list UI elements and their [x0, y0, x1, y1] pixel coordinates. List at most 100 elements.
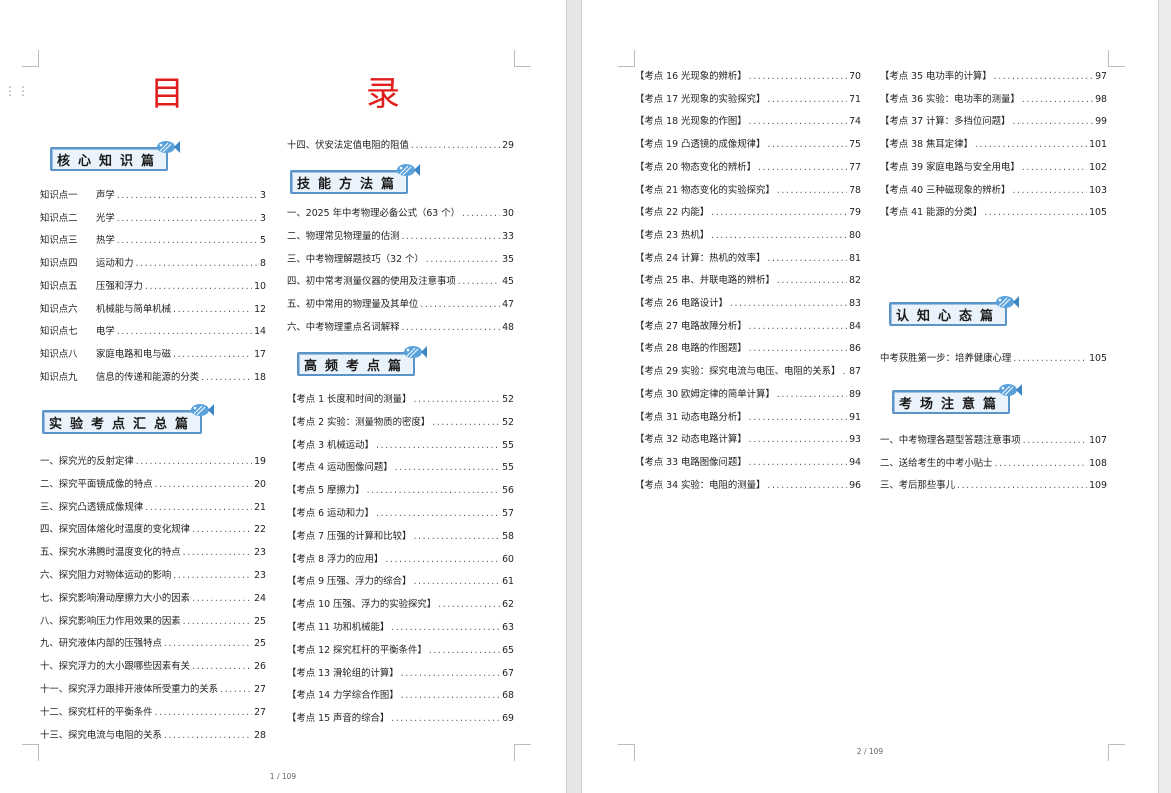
toc-leader-dots [183, 616, 252, 628]
toc-entry-text: 机械能与简单机械 [96, 303, 172, 315]
toc-entry[interactable]: 【考点 40 三种磁现象的辨析】 103 [880, 185, 1107, 197]
toc-entry[interactable]: 【考点 21 物态变化的实验探究】 78 [635, 185, 861, 197]
toc-entry[interactable]: 中考获胜第一步：培养健康心理 105 [880, 353, 1107, 365]
toc-page-number: 8 [260, 258, 266, 270]
toc-entry[interactable]: 【考点 35 电功率的计算】 97 [880, 71, 1107, 83]
toc-page-number: 27 [254, 706, 266, 718]
toc-entry[interactable]: 知识点四 运动和力 8 [40, 258, 266, 270]
toc-entry[interactable]: 【考点 13 滑轮组的计算】 67 [287, 668, 514, 680]
toc-entry[interactable]: 知识点九 信息的传递和能源的分类 18 [40, 372, 266, 384]
toc-entry[interactable]: 【考点 7 压强的计算和比较】 58 [287, 531, 514, 543]
toc-entry[interactable]: 一、2025 年中考物理必备公式（63 个） 30 [287, 208, 514, 220]
toc-entry[interactable]: 【考点 24 计算：热机的效率】 81 [635, 253, 861, 265]
toc-leader-dots [777, 275, 847, 287]
toc-entry[interactable]: 【考点 23 热机】 80 [635, 230, 861, 242]
toc-leader-dots [376, 440, 500, 452]
toc-entry[interactable]: 三、考后那些事儿 109 [880, 480, 1107, 492]
toc-entry[interactable]: 【考点 14 力学综合作图】 68 [287, 690, 514, 702]
toc-entry[interactable]: 【考点 41 能源的分类】 105 [880, 207, 1107, 219]
section-skills-label: 技能方法篇 [297, 176, 403, 192]
toc-entry[interactable]: 【考点 11 功和机械能】 63 [287, 622, 514, 634]
toc-entry[interactable]: 十、探究浮力的大小跟哪些因素有关 26 [40, 661, 266, 673]
toc-entry[interactable]: 四、初中常考测量仪器的使用及注意事项 45 [287, 276, 514, 288]
toc-entry[interactable]: 【考点 10 压强、浮力的实验探究】 62 [287, 599, 514, 611]
toc-entry[interactable]: 【考点 3 机械运动】 55 [287, 440, 514, 452]
toc-entry[interactable]: 三、中考物理解题技巧（32 个） 35 [287, 254, 514, 266]
toc-entry[interactable]: 【考点 18 光现象的作图】 74 [635, 116, 861, 128]
toc-entry[interactable]: 【考点 22 内能】 79 [635, 207, 861, 219]
toc-page-number: 99 [1095, 116, 1107, 128]
toc-leader-dots [192, 593, 252, 605]
toc-leader-dots [183, 547, 252, 559]
toc-entry[interactable]: 【考点 16 光现象的辨析】 70 [635, 71, 861, 83]
toc-entry[interactable]: 【考点 25 串、并联电路的辨析】 82 [635, 275, 861, 287]
toc-entry[interactable]: 【考点 4 运动图像问题】 55 [287, 462, 514, 474]
toc-entry[interactable]: 【考点 36 实验：电功率的测量】 98 [880, 94, 1107, 106]
toc-entry[interactable]: 【考点 32 动态电路计算】 93 [635, 434, 861, 446]
toc-entry-title: 【考点 36 实验：电功率的测量】 [880, 93, 1020, 105]
toc-entry[interactable]: 【考点 38 焦耳定律】 101 [880, 139, 1107, 151]
toc-entry[interactable]: 【考点 27 电路故障分析】 84 [635, 321, 861, 333]
toc-entry[interactable]: 【考点 20 物态变化的辨析】 77 [635, 162, 861, 174]
toc-entry[interactable]: 十一、探究浮力跟排开液体所受重力的关系 27 [40, 684, 266, 696]
margin-mark-top-left [22, 50, 39, 67]
toc-page-number: 29 [502, 140, 514, 151]
toc-entry[interactable]: 【考点 31 动态电路分析】 91 [635, 412, 861, 424]
toc-entry[interactable]: 【考点 8 浮力的应用】 60 [287, 554, 514, 566]
toc-entry[interactable]: 知识点一 声学 3 [40, 190, 266, 202]
toc-entry-title: 知识点六 机械能与简单机械 [40, 304, 171, 316]
toc-entry[interactable]: 十三、探究电流与电阻的关系 28 [40, 730, 266, 742]
toc-entry[interactable]: 七、探究影响滑动摩擦力大小的因素 24 [40, 593, 266, 605]
toc-entry[interactable]: 【考点 19 凸透镜的成像规律】 75 [635, 139, 861, 151]
toc-entry[interactable]: 【考点 33 电路图像问题】 94 [635, 457, 861, 469]
toc-page-number: 45 [502, 276, 514, 288]
toc-entry-title: 四、探究固体熔化时温度的变化规律 [40, 524, 191, 536]
toc-entry-title: 【考点 35 电功率的计算】 [880, 71, 992, 82]
toc-entry[interactable]: 【考点 29 实验：探究电流与电压、电阻的关系】 87 [635, 366, 861, 378]
toc-entry[interactable]: 【考点 6 运动和力】 57 [287, 508, 514, 520]
toc-entry-title: 【考点 37 计算：多挡位问题】 [880, 116, 1011, 128]
toc-entry[interactable]: 五、探究水沸腾时温度变化的特点 23 [40, 547, 266, 559]
toc-entry[interactable]: 一、探究光的反射定律 19 [40, 456, 266, 468]
toc-entry[interactable]: 六、探究阻力对物体运动的影响 23 [40, 570, 266, 582]
toc-entry-title: 【考点 14 力学综合作图】 [287, 690, 399, 702]
scrollbar-track[interactable] [1158, 0, 1171, 793]
toc-entry[interactable]: 【考点 26 电路设计】 83 [635, 298, 861, 310]
toc-entry[interactable]: 二、探究平面镜成像的特点 20 [40, 479, 266, 491]
toc-entry[interactable]: 五、初中常用的物理量及其单位 47 [287, 299, 514, 311]
toc-entry[interactable]: 知识点七 电学 14 [40, 326, 266, 338]
toc-entry[interactable]: 四、探究固体熔化时温度的变化规律 22 [40, 524, 266, 536]
toc-entry[interactable]: 十二、探究杠杆的平衡条件 27 [40, 707, 266, 719]
toc-entry-title: 【考点 12 探究杠杆的平衡条件】 [287, 644, 427, 656]
toc-entry[interactable]: 知识点六 机械能与简单机械 12 [40, 304, 266, 316]
toc-entry[interactable]: 【考点 30 欧姆定律的简单计算】 89 [635, 389, 861, 401]
toc-entry[interactable]: 【考点 17 光现象的实验探究】 71 [635, 94, 861, 106]
toc-entry[interactable]: 九、研究液体内部的压强特点 25 [40, 638, 266, 650]
toc-entry[interactable]: 知识点三 热学 5 [40, 235, 266, 247]
toc-entry[interactable]: 十四、伏安法定值电阻的阻值 29 [287, 140, 514, 152]
toc-entry[interactable]: 【考点 39 家庭电路与安全用电】 102 [880, 162, 1107, 174]
toc-entry-title: 一、中考物理各题型答题注意事项 [880, 435, 1021, 446]
toc-entry-title: 五、初中常用的物理量及其单位 [287, 299, 419, 311]
toc-entry-number: 知识点七 [40, 326, 78, 338]
toc-entry[interactable]: 二、送给考生的中考小贴士 108 [880, 458, 1107, 470]
toc-entry[interactable]: 【考点 1 长度和时间的测量】 52 [287, 394, 514, 406]
toc-entry[interactable]: 【考点 5 摩擦力】 56 [287, 485, 514, 497]
toc-entry[interactable]: 【考点 37 计算：多挡位问题】 99 [880, 116, 1107, 128]
toc-entry[interactable]: 【考点 2 实验：测量物质的密度】 52 [287, 417, 514, 429]
toc-entry[interactable]: 一、中考物理各题型答题注意事项 107 [880, 435, 1107, 447]
toc-entry[interactable]: 【考点 9 压强、浮力的综合】 61 [287, 576, 514, 588]
toc-entry[interactable]: 【考点 15 声音的综合】 69 [287, 713, 514, 725]
toc-entry[interactable]: 知识点五 压强和浮力 10 [40, 281, 266, 293]
toc-entry[interactable]: 二、物理常见物理量的估测 33 [287, 231, 514, 243]
toc-entry[interactable]: 【考点 12 探究杠杆的平衡条件】 65 [287, 645, 514, 657]
toc-page-number: 60 [502, 553, 514, 565]
toc-entry[interactable]: 【考点 34 实验：电阻的测量】 96 [635, 480, 861, 492]
toc-entry[interactable]: 【考点 28 电路的作图题】 86 [635, 343, 861, 355]
toc-entry[interactable]: 知识点二 光学 3 [40, 213, 266, 225]
toc-entry[interactable]: 知识点八 家庭电路和电与磁 17 [40, 349, 266, 361]
section-exam-hall-label: 考场注意篇 [899, 396, 1005, 412]
toc-entry[interactable]: 六、中考物理重点名词解释 48 [287, 322, 514, 334]
toc-entry[interactable]: 八、探究影响压力作用效果的因素 25 [40, 616, 266, 628]
toc-entry[interactable]: 三、探究凸透镜成像规律 21 [40, 502, 266, 514]
